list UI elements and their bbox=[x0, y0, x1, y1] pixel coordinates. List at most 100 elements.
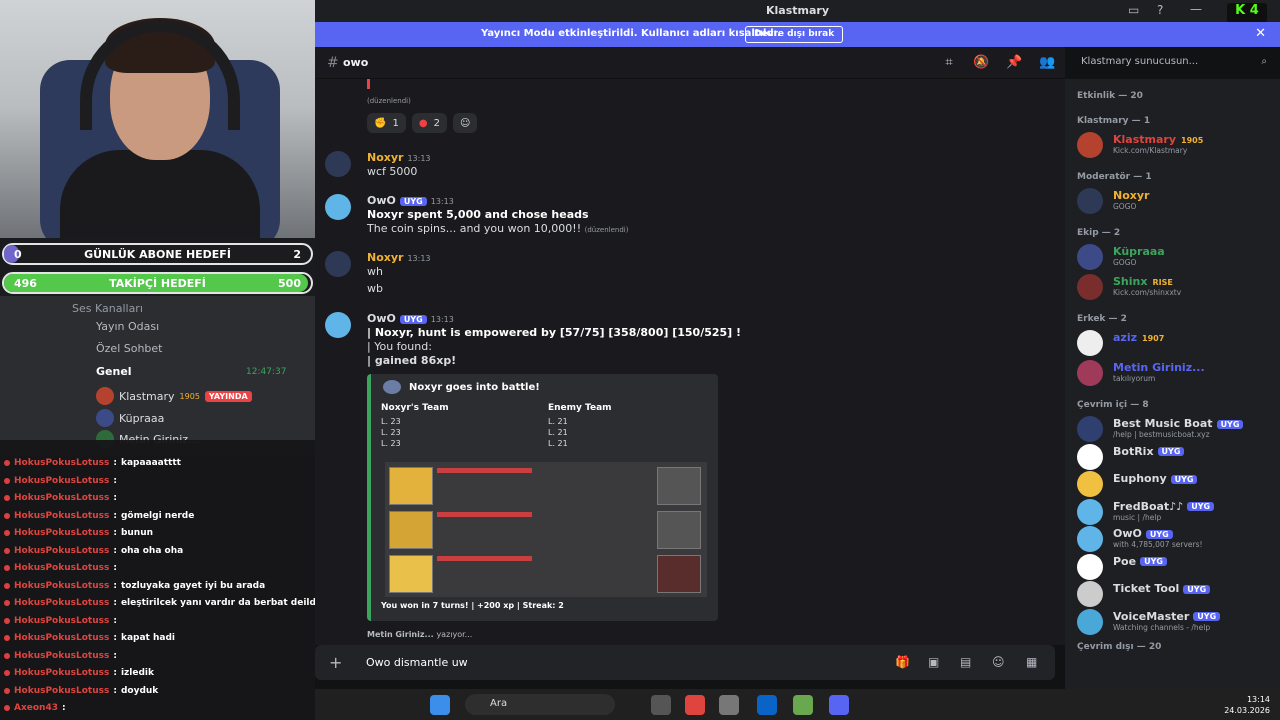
avatar bbox=[1077, 330, 1103, 356]
member-status: with 4,785,007 servers! bbox=[1113, 540, 1203, 549]
follow-goal-label: TAKİPÇİ HEDEFİ bbox=[109, 276, 206, 290]
member-item[interactable]: VoiceMaster UYG Watching channels - /help bbox=[1077, 607, 1277, 635]
windows-start-icon[interactable] bbox=[430, 695, 450, 715]
chat-username: HokusPokusLotuss bbox=[14, 510, 110, 521]
chat-username: HokusPokusLotuss bbox=[14, 458, 110, 468]
member-item[interactable]: Best Music Boat UYG/help | bestmusicboat.… bbox=[1077, 414, 1277, 442]
timestamp: 13:13 bbox=[430, 197, 454, 206]
badge-icon bbox=[4, 547, 10, 554]
add-reaction-button[interactable]: ☺ bbox=[452, 113, 478, 133]
chat-message: oha oha oha bbox=[120, 545, 184, 556]
avatar[interactable] bbox=[325, 251, 351, 277]
live-badge: YAYINDA bbox=[204, 390, 252, 402]
badge-icon bbox=[4, 565, 10, 571]
sticker-icon[interactable]: ▤ bbox=[960, 655, 971, 669]
close-icon[interactable]: ✕ bbox=[1255, 26, 1266, 41]
badge-icon bbox=[4, 512, 10, 519]
help-icon[interactable]: ? bbox=[1157, 3, 1163, 17]
attach-plus-icon[interactable]: + bbox=[329, 653, 342, 672]
badge-icon bbox=[4, 635, 10, 641]
app-icon[interactable] bbox=[793, 695, 813, 715]
message-text-2: The coin spins... and you won 10,000!! (… bbox=[367, 222, 629, 235]
pin-icon[interactable]: 📌 bbox=[1006, 55, 1022, 71]
inbox-icon[interactable]: ▭ bbox=[1128, 3, 1139, 17]
kick-logo: K 4 bbox=[1227, 3, 1267, 23]
sub-goal-target: 2 bbox=[293, 247, 301, 261]
member-item[interactable]: Klastmary 1905 Kick.com/Klastmary bbox=[1077, 130, 1277, 158]
voice-channel-yayin[interactable]: Yayın Odası bbox=[96, 320, 159, 333]
stream-chat-log: HokusPokusLotuss: kapaaaatttt HokusPokusLo… bbox=[0, 440, 315, 720]
mail-icon[interactable] bbox=[757, 695, 777, 715]
avatar[interactable] bbox=[325, 312, 351, 338]
member-item[interactable]: Shinx RISE Kick.com/shinxxtv bbox=[1077, 272, 1277, 300]
reaction-red[interactable]: ● 2 bbox=[411, 113, 447, 133]
message-input[interactable]: Owo dismantle uw bbox=[366, 656, 468, 669]
voice-user-klastmary[interactable]: Klastmary 1905 YAYINDA bbox=[96, 387, 252, 405]
app-tag: UYG bbox=[1187, 502, 1215, 511]
chat-username: HokusPokusLotuss bbox=[14, 545, 110, 556]
avatar[interactable] bbox=[325, 194, 351, 220]
activity-header[interactable]: Etkinlik — 20 bbox=[1077, 91, 1143, 101]
members-icon[interactable]: 👥 bbox=[1039, 55, 1055, 71]
voice-channel-genel[interactable]: Genel bbox=[96, 365, 132, 378]
message-text: wh bbox=[367, 265, 383, 278]
timestamp: 13:13 bbox=[407, 154, 431, 163]
battle-image[interactable] bbox=[385, 462, 707, 597]
member-item[interactable]: BotRix UYG bbox=[1077, 442, 1277, 470]
member-badge: 1907 bbox=[1142, 334, 1165, 343]
disable-streamer-mode-button[interactable]: Devre dışı bırak bbox=[745, 26, 844, 43]
app-tag: UYG bbox=[1170, 474, 1198, 484]
message-composer[interactable]: + Owo dismantle uw 🎁 ▣ ▤ ☺ ▦ bbox=[315, 645, 1055, 680]
voice-user-kupraaa[interactable]: Küpraaa bbox=[96, 409, 164, 427]
chat-message: doyduk bbox=[120, 685, 159, 696]
minimize-icon[interactable]: — bbox=[1190, 2, 1202, 16]
team-row: L. 23 bbox=[381, 439, 401, 448]
app-tag: UYG bbox=[1183, 584, 1211, 594]
username: OwO bbox=[367, 194, 396, 207]
member-name: aziz 1907 bbox=[1113, 331, 1165, 344]
member-item[interactable]: Küpraaa GOGO bbox=[1077, 242, 1277, 270]
enemy-team-title: Enemy Team bbox=[548, 403, 612, 413]
member-item[interactable]: Noxyr GOGO bbox=[1077, 186, 1277, 214]
member-name: Shinx RISE bbox=[1113, 275, 1173, 288]
discord-icon[interactable] bbox=[829, 695, 849, 715]
chat-message: izledik bbox=[120, 668, 154, 678]
member-item[interactable]: OwO UYG with 4,785,007 servers! bbox=[1077, 524, 1277, 552]
brave-icon[interactable] bbox=[685, 695, 705, 715]
follow-goal-target: 500 bbox=[278, 276, 301, 290]
member-item[interactable]: Poe UYG bbox=[1077, 552, 1277, 580]
member-item[interactable]: Metin Giriniz... takılıyorum bbox=[1077, 358, 1277, 386]
emoji-icon[interactable]: ☺ bbox=[992, 655, 1005, 669]
follow-goal-bar: 496 TAKİPÇİ HEDEFİ 500 bbox=[2, 272, 313, 294]
threads-icon[interactable]: ⌗ bbox=[941, 55, 957, 71]
member-name: Metin Giriniz... bbox=[1113, 361, 1205, 374]
avatar[interactable] bbox=[325, 151, 351, 177]
chat-username: HokusPokusLotuss bbox=[14, 668, 110, 678]
member-item[interactable]: Euphony UYG bbox=[1077, 469, 1277, 497]
member-name: Noxyr bbox=[1113, 189, 1150, 202]
notifications-off-icon[interactable]: 🔕 bbox=[973, 55, 989, 71]
member-item[interactable]: aziz 1907 bbox=[1077, 328, 1277, 356]
member-item[interactable]: FredBoat♪♪ UYG music | /help bbox=[1077, 497, 1277, 525]
apps-icon[interactable]: ▦ bbox=[1026, 655, 1037, 669]
badge-icon bbox=[4, 617, 10, 624]
clock[interactable]: 13:14 24.03.2026 bbox=[1224, 694, 1270, 716]
voice-section-title[interactable]: Ses Kanalları bbox=[72, 302, 143, 315]
fist-icon: ✊ bbox=[374, 117, 387, 129]
message-list: (düzenlendi) ✊ 1 ● 2 ☺ Noxyr 13:13 wcf 5000… bbox=[315, 79, 1065, 645]
task-view-icon[interactable] bbox=[651, 695, 671, 715]
gift-icon[interactable]: 🎁 bbox=[895, 655, 910, 669]
avatar bbox=[1077, 132, 1103, 158]
role-header: Erkek — 2 bbox=[1077, 314, 1127, 324]
reaction-fist[interactable]: ✊ 1 bbox=[367, 113, 406, 133]
member-item[interactable]: Ticket Tool UYG bbox=[1077, 579, 1277, 607]
file-explorer-icon[interactable] bbox=[719, 695, 739, 715]
taskbar-search[interactable]: Ara bbox=[465, 694, 615, 715]
chat-line: HokusPokusLotuss: gömelgi nerde bbox=[4, 511, 194, 521]
gif-icon[interactable]: ▣ bbox=[928, 655, 939, 669]
chat-line: HokusPokusLotuss: kapaaaatttt bbox=[4, 458, 181, 468]
embed-footer: You won in 7 turns! | +200 xp | Streak: … bbox=[381, 601, 564, 610]
hunt-line-1: | Noxyr, hunt is empowered by [57/75] [3… bbox=[367, 326, 742, 339]
search-input[interactable]: Klastmary sunucusun... ⌕ bbox=[1073, 53, 1273, 73]
voice-channel-ozel[interactable]: Özel Sohbet bbox=[96, 342, 163, 355]
